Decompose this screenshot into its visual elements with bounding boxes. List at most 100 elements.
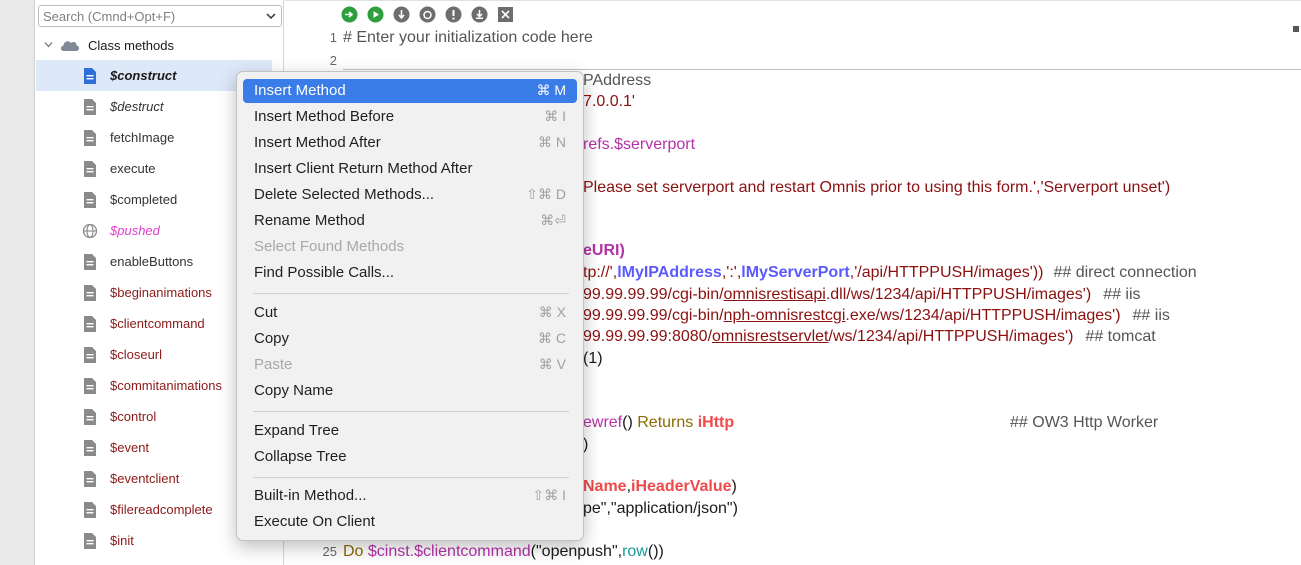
menu-item-copy[interactable]: Copy ⌘ C (243, 327, 577, 351)
menu-item-insert-client-return[interactable]: Insert Client Return Method After (243, 157, 577, 181)
code-token: row (622, 543, 648, 560)
menu-item-insert-method-after[interactable]: Insert Method After ⌘ N (243, 131, 577, 155)
menu-item-label: Insert Method After (254, 134, 381, 151)
code-token: ,':', (721, 264, 742, 281)
code-token: /ws/1234/api/HTTPPUSH/images') (828, 328, 1074, 345)
step-over-icon[interactable] (341, 6, 358, 23)
menu-item-label: Collapse Tree (254, 448, 347, 465)
search-input[interactable]: Search (Cmnd+Opt+F) (38, 5, 282, 27)
code-token: 99.99.99.99:8080/ (583, 328, 713, 345)
step-into-icon[interactable] (393, 6, 410, 23)
menu-item-builtin-method[interactable]: Built-in Method... ⇧⌘ I (243, 484, 577, 508)
document-icon (84, 130, 96, 146)
play-icon[interactable] (367, 6, 384, 23)
menu-item-collapse-tree[interactable]: Collapse Tree (243, 445, 577, 469)
menu-item-label: Find Possible Calls... (254, 264, 395, 281)
method-label: $filereadcomplete (110, 502, 213, 517)
code-line-23: pe","application/json") (583, 500, 738, 517)
menu-item-shortcut: ⌘ N (538, 134, 566, 150)
menu-item-label: Built-in Method... (254, 487, 367, 504)
code-token: Do (343, 543, 368, 560)
code-line-16: (1) (583, 350, 603, 367)
cloud-icon (60, 41, 80, 51)
menu-item-shortcut: ⌘ I (544, 108, 566, 124)
code-line-15: 99.99.99.99:8080/omnisrestservlet/ws/123… (583, 326, 1156, 347)
menu-item-expand-tree[interactable]: Expand Tree (243, 419, 577, 443)
menu-item-shortcut: ⌘ X (538, 304, 566, 320)
code-token: ewref (583, 414, 623, 431)
search-placeholder: Search (Cmnd+Opt+F) (43, 9, 176, 24)
cursor-marker (1293, 26, 1299, 32)
code-line-13: 99.99.99.99/cgi-bin/omnisrestisapi.dll/w… (583, 284, 1141, 305)
method-label: fetchImage (110, 130, 175, 145)
tree-root-class-methods[interactable]: Class methods (36, 30, 272, 60)
code-token: ()) (647, 543, 664, 560)
menu-item-shortcut: ⌘ M (536, 82, 566, 98)
document-icon (84, 347, 96, 363)
line-number: 1 (329, 30, 337, 45)
document-icon (84, 378, 96, 394)
code-token: .exe/ws/1234/api/HTTPPUSH/images') (845, 307, 1121, 324)
line-number: 2 (329, 53, 337, 68)
code-line-8: Please set serverport and restart Omnis … (583, 179, 1171, 196)
menu-item-label: Copy (254, 330, 290, 347)
menu-separator (253, 293, 569, 294)
code-token: omnisrestisapi (723, 286, 826, 303)
refresh-icon[interactable] (419, 6, 436, 23)
menu-item-shortcut: ⌘ C (538, 330, 566, 346)
menu-item-label: Rename Method (254, 212, 365, 229)
menu-item-shortcut: ⌘⏎ (540, 212, 566, 228)
code-comment: ## direct connection (1053, 264, 1197, 281)
code-token: () (622, 414, 638, 431)
tree-root-label: Class methods (88, 38, 174, 53)
menu-item-label: Copy Name (254, 382, 334, 399)
chevron-down-icon[interactable] (44, 40, 53, 49)
code-comment: ## iis (1132, 307, 1170, 324)
code-line-19: ewref() Returns iHttp (583, 412, 734, 433)
code-token: $cinst.$clientcommand (367, 543, 531, 560)
globe-icon (82, 223, 98, 239)
chevron-down-icon[interactable] (266, 11, 276, 21)
code-token: ,'/api/HTTPPUSH/images')) (849, 264, 1044, 281)
menu-item-shortcut: ⇧⌘ I (532, 487, 566, 503)
menu-item-execute-on-client[interactable]: Execute On Client (243, 510, 577, 534)
menu-item-label: Insert Method Before (254, 108, 395, 125)
document-icon (84, 285, 96, 301)
code-line-6: refs.$serverport (583, 136, 696, 153)
menu-item-label: Expand Tree (254, 422, 340, 439)
method-label: $control (110, 409, 157, 424)
document-icon (84, 502, 96, 518)
menu-item-copy-name[interactable]: Copy Name (243, 379, 577, 403)
document-icon (84, 254, 96, 270)
editor-divider (343, 69, 1301, 70)
code-line-1: # Enter your initialization code here (343, 29, 593, 46)
method-label: $closeurl (110, 347, 163, 362)
menu-item-find-calls[interactable]: Find Possible Calls... (243, 261, 577, 285)
pause-icon[interactable] (445, 6, 462, 23)
toolbar-top-border (285, 0, 1301, 1)
menu-item-label: Delete Selected Methods... (254, 186, 435, 203)
menu-item-label: Select Found Methods (254, 238, 405, 255)
menu-item-rename-method[interactable]: Rename Method ⌘⏎ (243, 209, 577, 233)
method-label: execute (110, 161, 156, 176)
close-icon[interactable] (497, 6, 514, 23)
code-line-3: PAddress (583, 72, 652, 89)
code-token: Returns (637, 414, 694, 431)
menu-item-label: Execute On Client (254, 513, 375, 530)
menu-item-label: Paste (254, 356, 293, 373)
document-icon (84, 409, 96, 425)
menu-item-insert-method[interactable]: Insert Method ⌘ M (243, 79, 577, 103)
menu-item-delete-selected[interactable]: Delete Selected Methods... ⇧⌘ D (243, 183, 577, 207)
code-token: tp://', (583, 264, 618, 281)
method-label: $init (110, 533, 134, 548)
menu-separator (253, 477, 569, 478)
menu-item-insert-method-before[interactable]: Insert Method Before ⌘ I (243, 105, 577, 129)
document-icon (84, 99, 96, 115)
download-icon[interactable] (471, 6, 488, 23)
menu-item-cut[interactable]: Cut ⌘ X (243, 301, 577, 325)
code-token: ("openpush", (530, 543, 623, 560)
menu-item-shortcut: ⌘ V (538, 356, 566, 372)
document-icon (84, 316, 96, 332)
method-label: $eventclient (110, 471, 180, 486)
code-line-11: eURI) (583, 242, 625, 259)
